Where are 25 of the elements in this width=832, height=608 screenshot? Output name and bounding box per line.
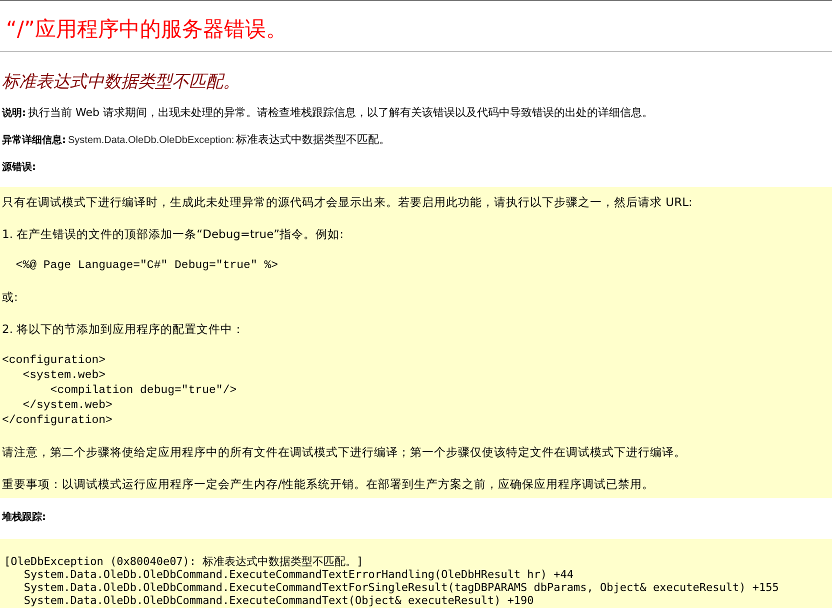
stack-trace-line: [OleDbException (0x80040e07): 标准表达式中数据类型不匹配。] <box>4 555 364 568</box>
error-message: 标准表达式中数据类型不匹配。 <box>2 71 241 94</box>
stack-trace-line: System.Data.OleDb.OleDbCommand.ExecuteCommandTextErrorHandling(OleDbHResult hr) +44 <box>22 568 575 581</box>
code-line: <configuration> <box>2 353 107 368</box>
stack-trace-line: System.Data.OleDb.OleDbCommand.ExecuteCommandText(Object& executeResult) +190 <box>22 594 535 607</box>
stack-trace-line: System.Data.OleDb.OleDbCommand.ExecuteCommandTextForSingleResult(tagDBPARAMS dbParams, Object& executeResult) +155 <box>22 581 780 594</box>
stack-trace-label: 堆栈跟踪: <box>2 512 46 523</box>
exception-type: System.Data.OleDb.OleDbException: <box>68 135 234 146</box>
exception-message: 标准表达式中数据类型不匹配。 <box>236 133 390 146</box>
code-line: </configuration> <box>2 413 114 428</box>
instruction-text: 只有在调试模式下进行编译时，生成此未处理异常的源代码才会显示出来。若要启用此功能，请执行以下步骤之一，然后请求 URL: <box>2 194 694 210</box>
code-line: </system.web> <box>22 398 114 413</box>
description-text: 执行当前 Web 请求期间，出现未处理的异常。请检查堆栈跟踪信息，以了解有关该错误以及代码中导致错误的出处的详细信息。 <box>28 106 653 119</box>
source-error-label: 源错误: <box>2 162 36 173</box>
code-line: <compilation debug="true"/> <box>49 383 238 398</box>
description-label: 说明: <box>2 108 26 119</box>
code-line: <%@ Page Language="C#" Debug="true" %> <box>14 258 280 273</box>
exception-details-label: 异常详细信息: <box>2 135 66 146</box>
code-line: <system.web> <box>22 368 107 383</box>
instruction-text: 2. 将以下的节添加到应用程序的配置文件中： <box>2 321 246 337</box>
instruction-text: 请注意，第二个步骤将使给定应用程序中的所有文件在调试模式下进行编译；第一个步骤仅使该特定文件在调试模式下进行编译。 <box>2 444 687 460</box>
page-title: “/”应用程序中的服务器错误。 <box>5 16 288 43</box>
instruction-text: 或: <box>2 289 19 305</box>
instruction-text: 重要事项：以调试模式运行应用程序一定会产生内存/性能系统开销。在部署到生产方案之前，应确保应用程序调试已禁用。 <box>2 476 655 492</box>
instruction-text: 1. 在产生错误的文件的顶部添加一条“Debug=true”指令。例如: <box>2 226 344 242</box>
